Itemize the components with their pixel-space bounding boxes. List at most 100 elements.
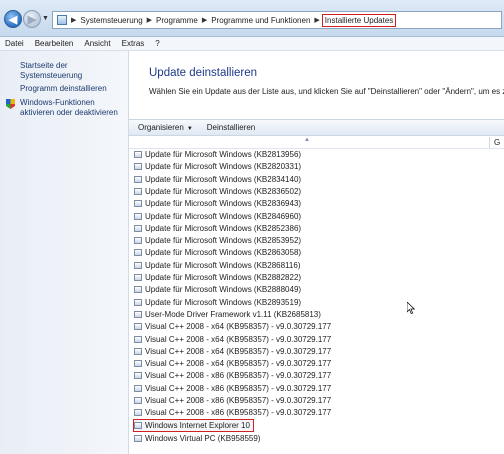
update-name: Update für Microsoft Windows (KB2846960) (145, 211, 302, 221)
list-item[interactable]: Update für Microsoft Windows (KB2846960) (134, 211, 301, 222)
chevron-right-icon[interactable]: ▶ (314, 16, 319, 24)
list-item[interactable]: Visual C++ 2008 - x86 (KB958357) - v9.0.… (134, 370, 331, 381)
update-icon (134, 212, 142, 220)
update-icon (134, 151, 142, 158)
breadcrumb[interactable]: ▶ Systemsteuerung ▶ Programme ▶ Programm… (52, 11, 502, 29)
list-item[interactable]: Visual C++ 2008 - x64 (KB958357) - v9.0.… (134, 358, 331, 369)
column-header-partial[interactable]: G (494, 138, 500, 147)
update-name: Update für Microsoft Windows (KB2820331) (145, 162, 302, 172)
update-icon (134, 261, 142, 269)
list-item[interactable]: Update für Microsoft Windows (KB2882822) (134, 272, 301, 283)
shield-icon (6, 99, 15, 109)
update-name: Update für Microsoft Windows (KB2853952) (145, 236, 302, 246)
list-item-highlighted[interactable]: Windows Internet Explorer 10 (133, 419, 254, 432)
update-icon (134, 249, 142, 257)
chevron-right-icon[interactable]: ▶ (71, 16, 76, 24)
menu-extras[interactable]: Extras (122, 39, 145, 48)
page-title: Update deinstallieren (149, 67, 258, 79)
update-name: Windows Virtual PC (KB958559) (145, 434, 261, 443)
list-item[interactable]: Visual C++ 2008 - x86 (KB958357) - v9.0.… (134, 407, 331, 418)
chevron-right-icon[interactable]: ▶ (147, 16, 152, 24)
update-name: Update für Microsoft Windows (KB2888049) (145, 285, 302, 295)
list-item[interactable]: Update für Microsoft Windows (KB2820331) (134, 161, 301, 172)
menu-ansicht[interactable]: Ansicht (84, 39, 110, 48)
column-header[interactable]: ▲ G (129, 137, 504, 149)
back-button[interactable]: ◀ (4, 10, 22, 28)
update-icon (134, 274, 142, 281)
breadcrumb-systemsteuerung[interactable]: Systemsteuerung (80, 16, 142, 25)
update-icon (134, 347, 142, 355)
update-icon (134, 335, 142, 343)
history-dropdown-icon[interactable]: ▼ (42, 15, 49, 22)
toolbar: Organisieren ▼ Deinstallieren (129, 119, 504, 136)
sidebar: Startseite der Systemsteuerung Programm … (0, 51, 129, 454)
update-icon (134, 435, 142, 442)
update-icon (134, 422, 142, 429)
sidebar-features-link[interactable]: Windows-Funktionen (20, 98, 95, 108)
menu-datei[interactable]: Datei (5, 39, 24, 48)
organize-label: Organisieren (138, 123, 184, 132)
breadcrumb-programme[interactable]: Programme (156, 16, 198, 25)
forward-button[interactable]: ▶ (23, 10, 41, 28)
list-item[interactable]: Update für Microsoft Windows (KB2813956) (134, 149, 301, 160)
update-name: Update für Microsoft Windows (KB2868116) (145, 260, 301, 270)
page-description: Wählen Sie ein Update aus der Liste aus,… (149, 87, 504, 96)
update-name: Visual C++ 2008 - x86 (KB958357) - v9.0.… (145, 396, 332, 405)
sidebar-uninstall-link[interactable]: Programm deinstallieren (20, 84, 107, 94)
update-icon (134, 298, 142, 306)
update-name: Update für Microsoft Windows (KB2834140) (145, 174, 302, 184)
uninstall-button[interactable]: Deinstallieren (207, 123, 255, 132)
menu-help[interactable]: ? (155, 39, 159, 48)
update-name: Update für Microsoft Windows (KB2893519) (145, 297, 302, 307)
update-name: User-Mode Driver Framework v1.11 (KB2685… (145, 309, 321, 319)
update-icon (134, 175, 142, 183)
breadcrumb-installierte-updates[interactable]: Installierte Updates (321, 13, 397, 27)
menu-bar: Datei Bearbeiten Ansicht Extras ? (0, 37, 504, 51)
update-icon (134, 224, 142, 232)
list-item[interactable]: Update für Microsoft Windows (KB2852386) (134, 223, 301, 234)
list-item[interactable]: Update für Microsoft Windows (KB2888049) (134, 284, 301, 295)
list-item[interactable]: Visual C++ 2008 - x64 (KB958357) - v9.0.… (134, 321, 331, 332)
update-icon (134, 372, 142, 380)
list-item[interactable]: Visual C++ 2008 - x64 (KB958357) - v9.0.… (134, 346, 331, 357)
list-item[interactable]: Update für Microsoft Windows (KB2893519) (134, 297, 301, 308)
breadcrumb-programme-und-funktionen[interactable]: Programme und Funktionen (211, 16, 310, 25)
list-item[interactable]: Update für Microsoft Windows (KB2834140) (134, 174, 301, 185)
sort-ascending-icon: ▲ (304, 137, 310, 143)
mouse-cursor-icon (407, 302, 415, 314)
list-item[interactable]: Update für Microsoft Windows (KB2836502) (134, 186, 301, 197)
list-item[interactable]: User-Mode Driver Framework v1.11 (KB2685… (134, 309, 321, 320)
chevron-right-icon[interactable]: ▶ (202, 16, 207, 24)
update-name: Windows Internet Explorer 10 (145, 421, 250, 430)
update-icon (134, 237, 142, 245)
sidebar-features-link-line2[interactable]: aktivieren oder deaktivieren (20, 108, 118, 118)
update-icon (134, 360, 142, 368)
sidebar-home-link[interactable]: Startseite der Systemsteuerung (20, 61, 128, 81)
column-divider[interactable] (489, 137, 490, 148)
update-name: Visual C++ 2008 - x86 (KB958357) - v9.0.… (145, 408, 332, 418)
list-item[interactable]: Visual C++ 2008 - x86 (KB958357) - v9.0.… (134, 395, 331, 406)
list-item[interactable]: Update für Microsoft Windows (KB2836943) (134, 198, 301, 209)
list-item[interactable]: Update für Microsoft Windows (KB2853952) (134, 235, 301, 246)
list-item[interactable]: Visual C++ 2008 - x64 (KB958357) - v9.0.… (134, 334, 331, 345)
update-icon (134, 323, 142, 331)
list-item[interactable]: Update für Microsoft Windows (KB2863058) (134, 247, 301, 258)
control-panel-icon (57, 15, 67, 25)
organize-button[interactable]: Organisieren ▼ (138, 123, 193, 132)
update-name: Update für Microsoft Windows (KB2813956) (145, 150, 302, 159)
update-name: Update für Microsoft Windows (KB2836502) (145, 186, 302, 196)
update-name: Visual C++ 2008 - x64 (KB958357) - v9.0.… (145, 322, 332, 332)
list-item[interactable]: Windows Virtual PC (KB958559) (134, 433, 260, 444)
arrow-left-icon: ◀ (8, 13, 18, 26)
update-name: Visual C++ 2008 - x64 (KB958357) - v9.0.… (145, 334, 332, 344)
update-name: Update für Microsoft Windows (KB2836943) (145, 199, 302, 209)
update-name: Visual C++ 2008 - x86 (KB958357) - v9.0.… (145, 371, 332, 381)
update-icon (134, 163, 142, 171)
update-name: Visual C++ 2008 - x64 (KB958357) - v9.0.… (145, 359, 332, 369)
menu-bearbeiten[interactable]: Bearbeiten (35, 39, 74, 48)
update-icon (134, 409, 142, 417)
list-item[interactable]: Update für Microsoft Windows (KB2868116) (134, 260, 300, 271)
list-item[interactable]: Visual C++ 2008 - x86 (KB958357) - v9.0.… (134, 383, 331, 394)
update-name: Visual C++ 2008 - x64 (KB958357) - v9.0.… (145, 346, 332, 356)
update-icon (134, 286, 142, 294)
